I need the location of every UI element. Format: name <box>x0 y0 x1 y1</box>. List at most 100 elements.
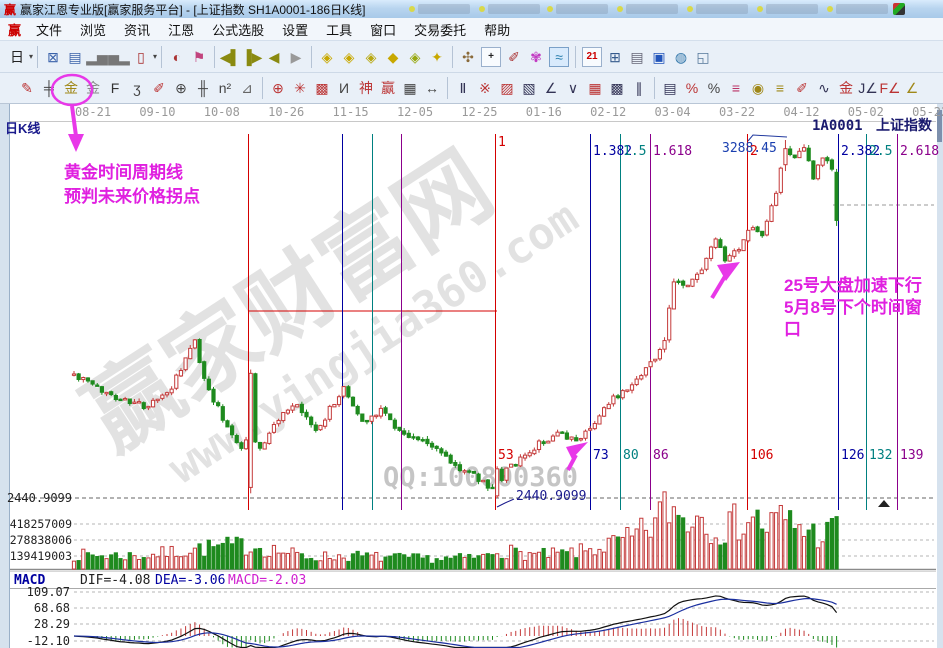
toolbar-separator <box>214 46 215 68</box>
gann-wave-icon[interactable]: ∿ <box>813 76 835 100</box>
toolbar-separator <box>447 77 448 99</box>
fan-box-icon[interactable]: ▨ <box>496 76 518 100</box>
golden-circle-icon[interactable]: ◉ <box>747 76 769 100</box>
first-bar-icon[interactable]: ◀▌ <box>219 45 241 69</box>
gann-diamond-4-icon[interactable]: ◆ <box>382 45 404 69</box>
quote-list-icon[interactable]: ▤ <box>64 45 86 69</box>
menu-item-3[interactable]: 资讯 <box>115 18 159 41</box>
brush-red-icon[interactable]: ✎ <box>16 76 38 100</box>
ruler-ticks-icon[interactable]: ╫ <box>192 76 214 100</box>
menu-item-9[interactable]: 交易委托 <box>405 18 475 41</box>
gann-diamond-3-icon[interactable]: ◈ <box>360 45 382 69</box>
period-day-dropdown[interactable]: 日 <box>6 45 28 69</box>
prev-bar-icon[interactable]: ◀ <box>263 45 285 69</box>
v-shape-icon[interactable]: ∨ <box>562 76 584 100</box>
angle-ruler-icon[interactable]: ⊿ <box>236 76 258 100</box>
menu-item-4[interactable]: 江恩 <box>159 18 203 41</box>
hand-drag-icon[interactable]: ✣ <box>457 45 479 69</box>
pattern-box-icon[interactable]: ▩ <box>311 76 333 100</box>
circle-cross-red-icon[interactable]: ⊕ <box>267 76 289 100</box>
toolbar-main: 日▾⊠▤▂▅▅▂▯▾◐⚑◀▌▐▶◀▶◈◈◈◆◈✦✣+✐✾≈21⊞▤▣◍◱ <box>0 41 943 73</box>
menu-item-5[interactable]: 公式选股 <box>203 18 273 41</box>
bar-width-icon[interactable]: ↔ <box>421 76 443 100</box>
menu-item-10[interactable]: 帮助 <box>475 18 519 41</box>
compass-icon[interactable]: ⊕ <box>170 76 192 100</box>
titlebar-blurred-item <box>836 4 888 14</box>
shen-icon[interactable]: 神 <box>355 76 377 100</box>
menu-item-7[interactable]: 工具 <box>317 18 361 41</box>
gann-diamond-5-icon[interactable]: ◈ <box>404 45 426 69</box>
spiral-icon[interactable]: ʒ <box>126 76 148 100</box>
window-title: 赢家江恩专业版[赢家服务平台] - [上证指数 SH1A0001-186日K线] <box>20 1 365 18</box>
j-angle-icon[interactable]: J∠ <box>857 76 879 100</box>
fan-lines-icon[interactable]: ※ <box>474 76 496 100</box>
menu-bar: 赢 文件浏览资讯江恩公式选股设置工具窗口交易委托帮助 <box>0 18 943 41</box>
starburst-icon[interactable]: ✳ <box>289 76 311 100</box>
app-window: 赢 赢家江恩专业版[赢家服务平台] - [上证指数 SH1A0001-186日K… <box>0 0 943 648</box>
crosshair-icon[interactable]: + <box>481 47 501 67</box>
minute-chart-3-icon[interactable]: ▂▅ <box>86 45 108 69</box>
titlebar-blurred-item <box>556 4 608 14</box>
titlebar-dot-icon <box>687 6 693 12</box>
toolbar-gann-tools: ✎╪金金Fʒ✐⊕╫n²⊿⊕✳▩И神赢▦↔Ⅱ※▨▧∠∨▦▩∥▤%%≡◉≡✐∿金J∠… <box>0 73 943 104</box>
percent-lines-icon[interactable]: ≡ <box>725 76 747 100</box>
toolbar-separator <box>452 46 453 68</box>
save-icon[interactable]: ▣ <box>648 45 670 69</box>
title-bar: 赢 赢家江恩专业版[赢家服务平台] - [上证指数 SH1A0001-186日K… <box>0 0 943 19</box>
toolbar-separator <box>311 46 312 68</box>
f-angle-icon[interactable]: F∠ <box>879 76 901 100</box>
price-brush-icon[interactable]: ✐ <box>791 76 813 100</box>
golden-price-icon[interactable]: 金 <box>835 76 857 100</box>
wave-tool-icon[interactable]: ≈ <box>549 47 569 67</box>
mask-style-icon[interactable]: ◐ <box>166 45 188 69</box>
menu-item-6[interactable]: 设置 <box>273 18 317 41</box>
titlebar-dot-icon <box>479 6 485 12</box>
next-bar-icon[interactable]: ▶ <box>285 45 307 69</box>
menu-item-2[interactable]: 浏览 <box>71 18 115 41</box>
titlebar-dot-icon <box>617 6 623 12</box>
minute-chart-9-icon[interactable]: ▅▂ <box>108 45 130 69</box>
gold-angle-icon[interactable]: ∠ <box>901 76 923 100</box>
toolbar-separator <box>262 77 263 99</box>
fibonacci-f-icon[interactable]: F <box>104 76 126 100</box>
gann-diamond-6-icon[interactable]: ✦ <box>426 45 448 69</box>
notepad-icon[interactable]: ▤ <box>626 45 648 69</box>
calendar-21-icon[interactable]: 21 <box>582 47 602 67</box>
zigzag-icon[interactable]: И <box>333 76 355 100</box>
calculator-icon[interactable]: ⊞ <box>604 45 626 69</box>
ying-icon[interactable]: 赢 <box>377 76 399 100</box>
menu-item-8[interactable]: 窗口 <box>361 18 405 41</box>
time-cycle-gray-icon[interactable]: 金 <box>82 76 104 100</box>
percent-icon[interactable]: % <box>703 76 725 100</box>
parallel-lines-icon[interactable]: ∥ <box>628 76 650 100</box>
golden-time-cycle-icon[interactable]: 金 <box>60 76 82 100</box>
percent-fan-icon[interactable]: % <box>681 76 703 100</box>
golden-lines-icon[interactable]: ≡ <box>769 76 791 100</box>
n-square-icon[interactable]: n² <box>214 76 236 100</box>
time-grid-icon[interactable]: ╪ <box>38 76 60 100</box>
brush2-icon[interactable]: ✐ <box>148 76 170 100</box>
gann-box-icon[interactable]: Ⅱ <box>452 76 474 100</box>
gann-diamond-2-icon[interactable]: ◈ <box>338 45 360 69</box>
last-bar-icon[interactable]: ▐▶ <box>241 45 263 69</box>
gann-diamond-1-icon[interactable]: ◈ <box>316 45 338 69</box>
toolbar-separator <box>654 77 655 99</box>
menu-logo-icon: 赢 <box>8 20 21 39</box>
menu-item-1[interactable]: 文件 <box>27 18 71 41</box>
share-globe-icon[interactable]: ◍ <box>670 45 692 69</box>
red-grid-icon[interactable]: ▦ <box>584 76 606 100</box>
dense-grid-icon[interactable]: ▩ <box>606 76 628 100</box>
lasso-icon[interactable]: ✐ <box>503 45 525 69</box>
angle-lines-icon[interactable]: ∠ <box>540 76 562 100</box>
draw-tools-icon[interactable]: ✾ <box>525 45 547 69</box>
grid-123-icon[interactable]: ▦ <box>399 76 421 100</box>
candle-style-icon[interactable]: ▯ <box>130 45 152 69</box>
grid-x-icon[interactable]: ▧ <box>518 76 540 100</box>
chart-area[interactable] <box>0 104 943 648</box>
titlebar-dot-icon <box>827 6 833 12</box>
stats-list-icon[interactable]: ▤ <box>659 76 681 100</box>
kline-window-icon[interactable]: ⊠ <box>42 45 64 69</box>
remote-pc-icon[interactable]: ◱ <box>692 45 714 69</box>
app-logo-icon: 赢 <box>4 1 16 18</box>
color-flag-icon[interactable]: ⚑ <box>188 45 210 69</box>
